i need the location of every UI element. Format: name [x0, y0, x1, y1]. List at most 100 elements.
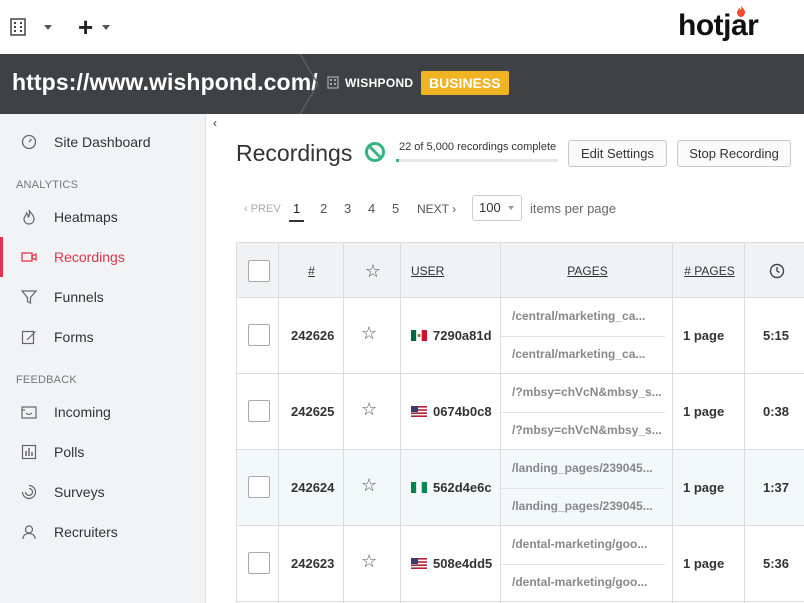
sidebar-item-polls[interactable]: Polls [0, 432, 205, 472]
page-count: 1 page [683, 556, 725, 571]
page-url[interactable]: /?mbsy=chVcN&mbsy_s... [512, 385, 662, 399]
page-url[interactable]: /dental-marketing/goo... [512, 537, 647, 551]
pagination-prev[interactable]: ‹ PREV [244, 203, 281, 215]
breadcrumb-separator [299, 54, 319, 114]
camera-icon [21, 252, 37, 262]
sidebar-item-label: Surveys [54, 484, 105, 500]
column-divider [744, 242, 745, 603]
organization-switcher[interactable] [10, 14, 52, 40]
sidebar-item-label: Forms [54, 329, 94, 345]
survey-icon [21, 484, 37, 500]
column-header-id[interactable]: # [279, 243, 344, 299]
sidebar-item-label: Heatmaps [54, 209, 118, 225]
add-new-button[interactable]: + [78, 12, 111, 42]
plus-icon: + [78, 12, 94, 42]
recordings-progress-bar [396, 159, 558, 162]
sidebar-item-surveys[interactable]: Surveys [0, 472, 205, 512]
recording-id: 242624 [291, 480, 335, 495]
table-row[interactable]: 242624 ☆ 562d4e6c/landing_pages/239045... /… [236, 450, 804, 526]
site-header: https://www.wishpond.com/ WISHPOND BUSIN… [0, 54, 804, 114]
pagination-page-5[interactable]: 5 [392, 201, 399, 216]
recording-id: 242625 [291, 404, 335, 419]
star-icon[interactable]: ☆ [345, 243, 401, 299]
country-flag-icon [411, 406, 427, 417]
clock-icon[interactable] [746, 243, 804, 299]
user-id[interactable]: 0674b0c8 [433, 404, 492, 419]
top-bar: + hotjar [0, 0, 804, 54]
items-per-page-select[interactable]: 100 [472, 195, 522, 221]
pagination-page-4[interactable]: 4 [368, 201, 375, 216]
page-url[interactable]: /central/marketing_ca... [512, 347, 645, 361]
column-header-user[interactable]: USER [402, 243, 501, 299]
column-divider [672, 242, 673, 603]
select-all-checkbox[interactable] [248, 260, 270, 282]
column-divider [278, 242, 279, 603]
edit-settings-button[interactable]: Edit Settings [568, 140, 667, 167]
star-icon[interactable]: ☆ [361, 323, 377, 344]
row-checkbox[interactable] [248, 400, 270, 422]
clock-icon-svg [769, 263, 784, 279]
sidebar-item-forms[interactable]: Forms [0, 317, 205, 357]
stop-recording-button[interactable]: Stop Recording [677, 140, 791, 167]
star-icon[interactable]: ☆ [361, 399, 377, 420]
items-per-page-value: 100 [479, 200, 501, 215]
user-id[interactable]: 562d4e6c [433, 480, 492, 495]
star-icon[interactable]: ☆ [361, 475, 377, 496]
column-header-num-pages[interactable]: # PAGES [674, 243, 745, 299]
section-title-feedback: FEEDBACK [16, 374, 77, 386]
table-row[interactable]: 242625 ☆ 0674b0c8 /?mbsy=chVcN&mbsy_s... /?m… [236, 374, 804, 450]
page-count: 1 page [683, 404, 725, 419]
pagination-page-3[interactable]: 3 [344, 201, 351, 216]
organization-name[interactable]: WISHPOND [345, 76, 413, 90]
page-url[interactable]: /landing_pages/239045... [512, 461, 653, 475]
recording-duration: 5:36 [763, 556, 790, 571]
form-icon [21, 330, 36, 345]
sidebar-item-label: Recruiters [54, 524, 118, 540]
country-flag-icon [411, 330, 427, 341]
plan-badge: BUSINESS [421, 71, 509, 95]
sidebar-item-label: Polls [54, 444, 85, 460]
chevron-down-icon [44, 24, 52, 30]
sidebar-item-label: Incoming [54, 404, 111, 420]
pagination-page-2[interactable]: 2 [320, 201, 327, 216]
column-divider [500, 242, 501, 603]
column-divider [343, 242, 344, 603]
page-count: 1 page [683, 328, 725, 343]
sidebar-item-incoming[interactable]: Incoming [0, 392, 205, 432]
page-count: 1 page [683, 480, 725, 495]
sidebar-item-site-dashboard[interactable]: Site Dashboard [0, 122, 205, 162]
column-divider [400, 242, 401, 603]
page-divider [501, 564, 665, 565]
sidebar-item-funnels[interactable]: Funnels [0, 277, 205, 317]
column-header-pages[interactable]: PAGES [502, 243, 673, 299]
recording-id: 242623 [291, 556, 335, 571]
star-icon[interactable]: ☆ [361, 551, 377, 572]
poll-icon [21, 444, 37, 460]
page-divider [501, 412, 665, 413]
page-url[interactable]: /landing_pages/239045... [512, 499, 653, 513]
row-checkbox[interactable] [248, 552, 270, 574]
table-row[interactable]: 242623 ☆ 508e4dd5/dental-marketing/goo... /… [236, 526, 804, 602]
incoming-icon [21, 406, 37, 419]
row-checkbox[interactable] [248, 476, 270, 498]
page-url[interactable]: /dental-marketing/goo... [512, 575, 647, 589]
sidebar-item-recruiters[interactable]: Recruiters [0, 512, 205, 552]
building-icon [10, 18, 26, 36]
row-checkbox[interactable] [248, 324, 270, 346]
pagination-next[interactable]: NEXT › [417, 202, 456, 216]
page-url[interactable]: /central/marketing_ca... [512, 309, 645, 323]
page-url[interactable]: /?mbsy=chVcN&mbsy_s... [512, 423, 662, 437]
hotjar-logo[interactable]: hotjar [678, 9, 759, 43]
site-url[interactable]: https://www.wishpond.com/ [12, 69, 318, 96]
sidebar-item-recordings[interactable]: Recordings [0, 237, 205, 277]
sidebar-item-heatmaps[interactable]: Heatmaps [0, 197, 205, 237]
page-divider [501, 336, 665, 337]
sidebar: Site Dashboard ANALYTICS Heatmaps Record… [0, 114, 206, 603]
user-id[interactable]: 508e4dd5 [433, 556, 492, 571]
pagination-page-1[interactable]: 1 [289, 201, 305, 222]
recordings-progress-text: 22 of 5,000 recordings complete [399, 141, 557, 153]
collapse-sidebar-button[interactable]: ‹ [206, 114, 224, 132]
user-id[interactable]: 7290a81d [433, 328, 492, 343]
building-icon [327, 76, 339, 89]
table-row[interactable]: 242626 ☆ 7290a81d/central/marketing_ca... /… [236, 298, 804, 374]
